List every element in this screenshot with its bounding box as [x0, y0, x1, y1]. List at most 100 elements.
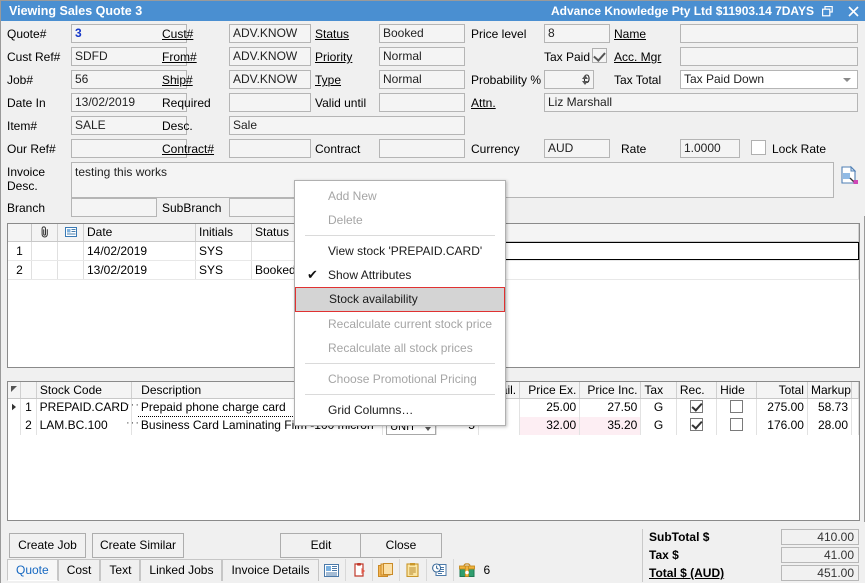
row-markup[interactable]: 28.00	[808, 417, 852, 435]
create-job-button[interactable]: Create Job	[9, 533, 86, 558]
name-field[interactable]	[680, 24, 858, 43]
menu-item-choose-promotional-pricing[interactable]: Choose Promotional Pricing	[295, 367, 505, 391]
menu-item-recalculate-all-prices[interactable]: Recalculate all stock prices	[295, 336, 505, 360]
col-date[interactable]: Date	[84, 224, 196, 241]
row-price-inc[interactable]: 27.50	[580, 399, 641, 417]
paperclip-icon[interactable]	[32, 224, 58, 241]
menu-item-delete[interactable]: Delete	[295, 208, 505, 232]
row-price-ex[interactable]: 32.00	[520, 417, 580, 435]
tax-paid-checkbox[interactable]	[592, 48, 607, 63]
tab-text[interactable]: Text	[100, 559, 140, 581]
menu-item-view-stock[interactable]: View stock 'PREPAID.CARD'	[295, 239, 505, 263]
hide-checkbox[interactable]	[730, 400, 743, 413]
stock-code-browse-icon[interactable]: ···	[126, 415, 140, 432]
row-hide-cell[interactable]	[717, 399, 757, 417]
row-note-cell[interactable]	[58, 261, 84, 279]
menu-item-recalculate-current-price[interactable]: Recalculate current stock price	[295, 312, 505, 336]
col-stock-code[interactable]: Stock Code	[37, 382, 132, 398]
row-stock-code[interactable]: LAM.BC.100	[37, 417, 132, 435]
acc-mgr-field[interactable]	[680, 47, 858, 66]
col-markup[interactable]: Markup	[808, 382, 852, 398]
tab-quote[interactable]: Quote	[7, 559, 58, 581]
close-icon[interactable]	[840, 1, 865, 21]
desc-field[interactable]: Sale	[229, 116, 465, 135]
menu-item-add-new[interactable]: Add New	[295, 184, 505, 208]
required-label: Required	[162, 96, 211, 110]
report-icon[interactable]	[319, 559, 346, 581]
row-date[interactable]: 14/02/2019	[84, 242, 196, 260]
stock-code-browse-icon[interactable]: ···	[126, 397, 140, 414]
copy-pages-icon[interactable]	[373, 559, 400, 581]
cust-no-field[interactable]: ADV.KNOW	[229, 24, 311, 43]
col-rec[interactable]: Rec.	[677, 382, 717, 398]
branch-field[interactable]	[71, 198, 157, 217]
col-price-ex[interactable]: Price Ex.	[520, 382, 580, 398]
chevron-down-icon[interactable]	[843, 78, 851, 82]
row-rec-cell[interactable]	[677, 399, 717, 417]
row-stock-code[interactable]: PREPAID.CARD	[37, 399, 132, 417]
lock-rate-checkbox[interactable]	[751, 140, 766, 155]
row-attachment-cell[interactable]	[32, 261, 58, 279]
hide-checkbox[interactable]	[730, 418, 743, 431]
select-all-corner-icon[interactable]	[8, 382, 21, 398]
currency-field[interactable]: AUD	[544, 139, 610, 158]
gift-icon[interactable]	[454, 559, 480, 581]
col-total[interactable]: Total	[757, 382, 808, 398]
col-initials[interactable]: Initials	[196, 224, 252, 241]
priority-field[interactable]: Normal	[379, 47, 465, 66]
row-initials[interactable]: SYS	[196, 261, 252, 279]
row-tax[interactable]: G	[641, 399, 676, 417]
notes-clipboard-icon[interactable]	[400, 559, 427, 581]
create-similar-button[interactable]: Create Similar	[92, 533, 184, 558]
row-total[interactable]: 275.00	[757, 399, 808, 417]
edit-button[interactable]: Edit	[280, 533, 362, 558]
row-attachment-cell[interactable]	[32, 242, 58, 260]
from-no-field[interactable]: ADV.KNOW	[229, 47, 311, 66]
row-date[interactable]: 13/02/2019	[84, 261, 196, 279]
col-hide[interactable]: Hide	[717, 382, 757, 398]
row-rec-cell[interactable]	[677, 417, 717, 435]
row-selector-icon[interactable]	[8, 399, 21, 417]
ship-no-field[interactable]: ADV.KNOW	[229, 70, 311, 89]
row-markup[interactable]: 58.73	[808, 399, 852, 417]
row-tax[interactable]: G	[641, 417, 676, 435]
price-level-field[interactable]: 8	[544, 24, 610, 43]
rec-checkbox[interactable]	[690, 400, 703, 413]
rate-field[interactable]: 1.0000	[680, 139, 740, 158]
clipboard-red-icon[interactable]	[346, 559, 373, 581]
close-button[interactable]: Close	[360, 533, 442, 558]
menu-item-show-attributes[interactable]: ✔ Show Attributes	[295, 263, 505, 287]
row-price-inc[interactable]: 35.20	[580, 417, 641, 435]
note-icon[interactable]	[58, 224, 84, 241]
row-total[interactable]: 176.00	[757, 417, 808, 435]
probability-spinner[interactable]	[579, 71, 590, 88]
menu-item-stock-availability[interactable]: Stock availability	[295, 287, 505, 312]
attn-field[interactable]: Liz Marshall	[544, 93, 858, 112]
contract-field[interactable]	[379, 139, 465, 158]
restore-window-icon[interactable]	[814, 1, 840, 21]
branch-label: Branch	[7, 201, 45, 215]
contract-no-field[interactable]	[229, 139, 311, 158]
stock-context-menu[interactable]: Add New Delete View stock 'PREPAID.CARD'…	[294, 180, 506, 426]
col-price-inc[interactable]: Price Inc.	[580, 382, 641, 398]
tab-invoice-details[interactable]: Invoice Details	[222, 559, 318, 581]
attach-document-icon[interactable]	[839, 165, 859, 185]
valid-until-field[interactable]	[379, 93, 465, 112]
row-selector-cell[interactable]	[8, 417, 21, 435]
row-hide-cell[interactable]	[717, 417, 757, 435]
rec-checkbox[interactable]	[690, 418, 703, 431]
history-icon[interactable]	[427, 559, 454, 581]
menu-item-grid-columns[interactable]: Grid Columns…	[295, 398, 505, 422]
chevron-down-icon[interactable]	[425, 427, 431, 431]
row-price-ex[interactable]: 25.00	[520, 399, 580, 417]
row-initials[interactable]: SYS	[196, 242, 252, 260]
tab-cost[interactable]: Cost	[58, 559, 101, 581]
tab-linked-jobs[interactable]: Linked Jobs	[140, 559, 222, 581]
status-field[interactable]: Booked	[379, 24, 465, 43]
row-note-cell[interactable]	[58, 242, 84, 260]
col-tax[interactable]: Tax	[641, 382, 676, 398]
required-field[interactable]	[229, 93, 311, 112]
bottom-tab-strip[interactable]: Quote Cost Text Linked Jobs Invoice Deta…	[7, 559, 496, 581]
type-field[interactable]: Normal	[379, 70, 465, 89]
tax-total-select[interactable]: Tax Paid Down	[680, 70, 858, 89]
